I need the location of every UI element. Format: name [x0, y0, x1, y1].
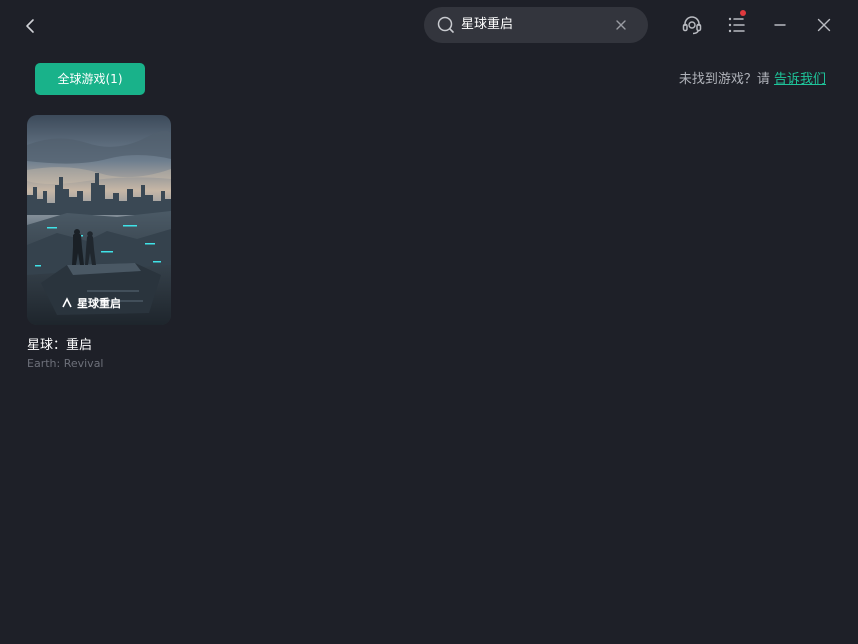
not-found-text: 未找到游戏？请	[678, 72, 774, 87]
game-cover-image[interactable]: 星球重启	[27, 115, 171, 325]
support-button[interactable]	[680, 13, 704, 37]
search-bar[interactable]	[424, 7, 648, 43]
tab-global-games[interactable]: 全球游戏(1)	[35, 63, 145, 95]
menu-button[interactable]	[725, 13, 749, 37]
close-button[interactable]	[812, 13, 836, 37]
chevron-left-icon	[26, 19, 34, 33]
game-subtitle: Earth: Revival	[27, 357, 104, 370]
minimize-button[interactable]	[768, 13, 792, 37]
headset-icon	[682, 16, 702, 35]
minimize-icon	[774, 24, 786, 26]
list-menu-icon	[728, 17, 745, 33]
search-icon	[437, 16, 454, 33]
back-button[interactable]	[18, 14, 42, 38]
close-icon	[817, 18, 831, 32]
game-card[interactable]: 星球重启 星球：重启 Earth: Revival	[27, 115, 171, 371]
notification-dot	[740, 10, 746, 16]
game-title[interactable]: 星球：重启	[27, 337, 171, 354]
not-found-hint: 未找到游戏？请 告诉我们	[679, 68, 826, 87]
tell-us-link[interactable]: 告诉我们	[774, 72, 826, 87]
search-input[interactable]	[461, 14, 609, 36]
app-window: 全球游戏(1) 未找到游戏？请 告诉我们	[0, 0, 858, 644]
cover-logo: 星球重启	[77, 296, 121, 310]
clear-search-icon[interactable]	[614, 18, 628, 32]
